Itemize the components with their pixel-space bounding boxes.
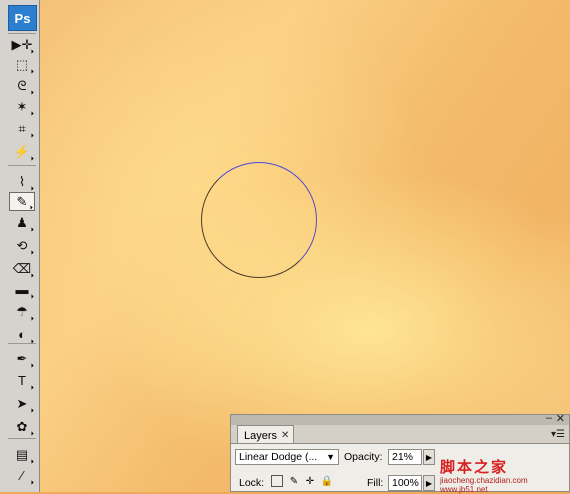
panel-menu-icon[interactable]: ▾☰ — [551, 429, 565, 440]
healing-brush-tool-icon[interactable]: ⌇ — [9, 172, 35, 191]
slice-tool-icon[interactable]: ⚡ — [9, 142, 35, 161]
tab-close-icon[interactable]: ✕ — [281, 430, 289, 441]
gradient-tool-icon[interactable]: ▬ — [9, 280, 35, 299]
eyedropper-tool-icon[interactable]: ⁄ — [9, 466, 35, 485]
lock-transparent-pixels-icon[interactable] — [271, 475, 283, 487]
brush-tool-icon[interactable]: ✎ — [9, 192, 35, 211]
chevron-down-icon: ▼ — [326, 452, 335, 462]
lasso-tool-icon[interactable]: ᘓ — [9, 76, 35, 95]
blend-mode-select[interactable]: Linear Dodge (... ▼ — [235, 449, 339, 465]
fill-field[interactable]: 100% — [388, 475, 422, 491]
close-icon[interactable]: ✕ — [556, 412, 565, 425]
marquee-tool-icon[interactable]: ⬚ — [9, 55, 35, 74]
notes-tool-icon[interactable]: ▤ — [9, 445, 35, 464]
brush-cursor — [201, 162, 317, 278]
magic-wand-tool-icon[interactable]: ✶ — [9, 97, 35, 116]
blur-tool-icon[interactable]: ☂ — [9, 302, 35, 321]
eraser-tool-icon[interactable]: ⌫ — [9, 259, 35, 278]
watermark: 脚本之家 — [440, 459, 509, 476]
toolbox: Ps ▶✛ ⬚ ᘓ ✶ ⌗ ⚡ ⌇ ✎ ♟ ⟲ ⌫ ▬ ☂ ◐ ✒ T ➤ ✿ ▤ ⁄ — [0, 0, 40, 492]
blend-mode-value: Linear Dodge (... — [239, 451, 318, 463]
toolbox-divider — [8, 438, 36, 439]
tab-layers-label: Layers — [244, 429, 278, 442]
history-brush-tool-icon[interactable]: ⟲ — [9, 236, 35, 255]
fill-label: Fill: — [367, 477, 384, 489]
opacity-field[interactable]: 21% — [388, 449, 422, 465]
toolbox-divider — [8, 343, 36, 344]
move-tool-icon[interactable]: ▶✛ — [9, 35, 35, 54]
shape-tool-icon[interactable]: ✿ — [9, 417, 35, 436]
path-selection-tool-icon[interactable]: ➤ — [9, 394, 35, 413]
panel-titlebar[interactable]: – ✕ — [231, 412, 569, 425]
opacity-label: Opacity: — [344, 451, 383, 463]
pen-tool-icon[interactable]: ✒ — [9, 349, 35, 368]
type-tool-icon[interactable]: T — [9, 371, 35, 390]
lock-all-icon[interactable]: 🔒 — [321, 475, 333, 487]
minimize-icon[interactable]: – — [546, 412, 552, 424]
lock-position-icon[interactable]: ✛ — [304, 475, 316, 487]
toolbox-divider — [8, 33, 36, 34]
dodge-tool-icon[interactable]: ◐ — [9, 325, 35, 344]
photoshop-logo[interactable]: Ps — [8, 5, 37, 31]
crop-tool-icon[interactable]: ⌗ — [9, 119, 35, 138]
toolbox-divider — [8, 165, 36, 166]
fill-slider-arrow-icon[interactable]: ▶ — [423, 475, 435, 491]
watermark-url: jiaocheng.chazidian.com www.jb51.net — [440, 476, 528, 494]
lock-label: Lock: — [239, 477, 265, 489]
opacity-slider-arrow-icon[interactable]: ▶ — [423, 449, 435, 465]
clone-stamp-tool-icon[interactable]: ♟ — [9, 213, 35, 232]
tab-layers[interactable]: Layers ✕ — [237, 425, 295, 445]
lock-image-pixels-icon[interactable]: ✎ — [288, 475, 300, 487]
